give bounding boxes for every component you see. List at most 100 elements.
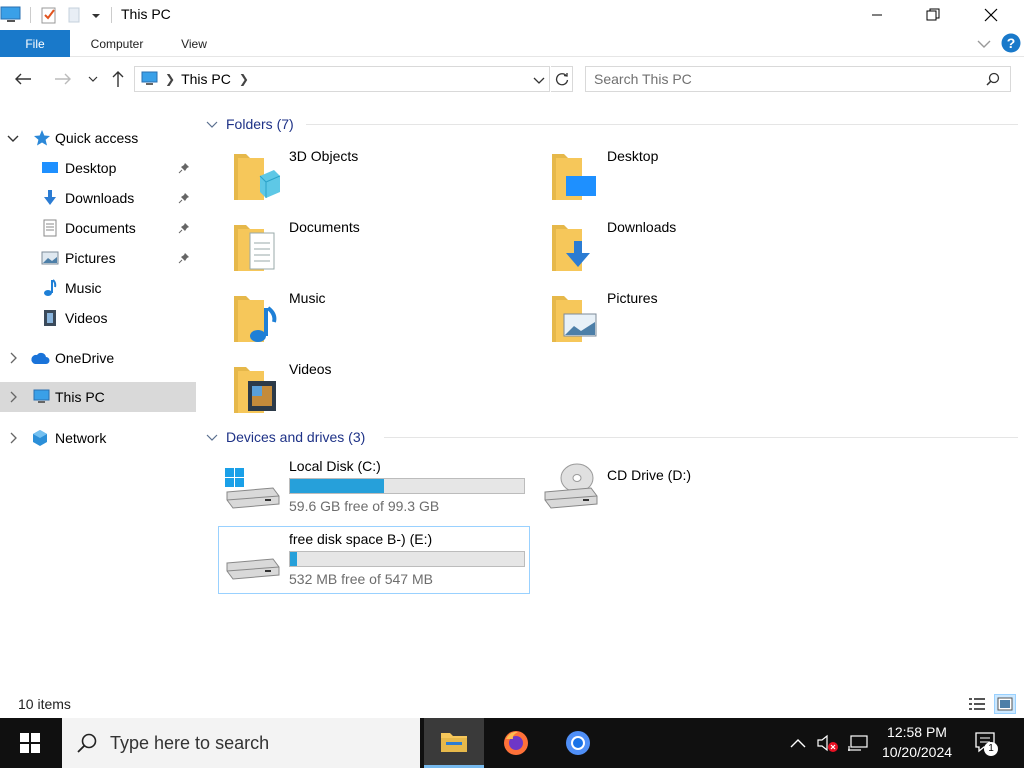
breadcrumb-separator-icon[interactable]: ❯	[239, 72, 249, 86]
group-divider	[306, 124, 1018, 125]
folder-name: Pictures	[607, 290, 658, 306]
sidebar-item-desktop[interactable]: Desktop	[0, 153, 196, 183]
clock-date: 10/20/2024	[881, 744, 953, 760]
start-button[interactable]	[0, 718, 60, 768]
folder-name: 3D Objects	[289, 148, 359, 164]
recent-locations-chevron-icon[interactable]	[82, 68, 104, 90]
desktop-icon	[40, 158, 60, 178]
item-count: 10 items	[18, 696, 71, 712]
drive-free-space: 532 MB free of 547 MB	[289, 571, 433, 587]
sidebar-item-this-pc[interactable]: This PC	[0, 382, 196, 412]
sidebar-item-downloads[interactable]: Downloads	[0, 183, 196, 213]
chevron-down-icon[interactable]	[206, 430, 220, 444]
sidebar-item-documents[interactable]: Documents	[0, 213, 196, 243]
devices-group-header[interactable]: Devices and drives (3)	[206, 427, 1018, 447]
folder-item-music[interactable]: Music	[200, 286, 500, 348]
pin-icon[interactable]	[178, 222, 190, 234]
pin-icon[interactable]	[178, 252, 190, 264]
sidebar-item-network[interactable]: Network	[0, 423, 196, 453]
volume-muted-icon[interactable]	[816, 730, 840, 756]
expand-ribbon-chevron-icon[interactable]	[976, 36, 992, 52]
drive-name: CD Drive (D:)	[607, 467, 691, 483]
windows-drive-icon	[225, 462, 281, 512]
drive-name: Local Disk (C:)	[289, 458, 381, 474]
taskbar-search-input[interactable]: Type here to search	[62, 718, 420, 768]
folders-group-header[interactable]: Folders (7)	[206, 114, 1018, 134]
folders-group-title: Folders (7)	[226, 116, 294, 132]
address-history-chevron-icon[interactable]	[533, 73, 545, 85]
sidebar-item-label: OneDrive	[55, 350, 115, 366]
sidebar-item-label: Documents	[65, 220, 136, 236]
folder-name: Downloads	[607, 219, 677, 235]
status-bar: 10 items	[0, 690, 1024, 718]
address-bar[interactable]: ❯ This PC ❯	[134, 66, 550, 92]
sidebar-item-label: Desktop	[65, 160, 117, 176]
search-input[interactable]: Search This PC	[585, 66, 1011, 92]
tab-computer[interactable]: Computer	[76, 30, 158, 57]
drive-free-space: 59.6 GB free of 99.3 GB	[289, 498, 440, 514]
window-title: This PC	[121, 6, 171, 22]
notification-center-icon[interactable]: 1	[972, 728, 1000, 758]
sidebar-item-videos[interactable]: Videos	[0, 303, 196, 333]
help-icon[interactable]: ?	[1001, 33, 1021, 53]
chevron-right-icon[interactable]	[6, 431, 20, 445]
chrome-taskbar-button[interactable]	[548, 718, 608, 768]
folder-item-pictures[interactable]: Pictures	[518, 286, 818, 348]
documents-folder-icon	[230, 219, 280, 275]
file-explorer-taskbar-button[interactable]	[424, 718, 484, 768]
folder-name: Desktop	[607, 148, 659, 164]
drive-usage-bar	[289, 478, 525, 494]
restore-button[interactable]	[904, 0, 962, 30]
sidebar-item-label: This PC	[55, 389, 105, 405]
search-icon[interactable]	[986, 72, 1000, 86]
chevron-down-icon[interactable]	[206, 117, 220, 131]
sidebar-item-music[interactable]: Music	[0, 273, 196, 303]
breadcrumb-this-pc[interactable]: This PC	[181, 71, 231, 87]
tab-view[interactable]: View	[166, 30, 222, 57]
clock[interactable]: 12:58 PM 10/20/2024	[872, 722, 962, 764]
up-button[interactable]	[107, 68, 129, 90]
folder-item-3d-objects[interactable]: 3D Objects	[200, 144, 500, 206]
svg-text:?: ?	[1007, 35, 1016, 51]
folder-item-documents[interactable]: Documents	[200, 215, 500, 277]
customize-toolbar-chevron-icon[interactable]	[91, 6, 105, 24]
back-button[interactable]	[12, 68, 34, 90]
folder-item-downloads[interactable]: Downloads	[518, 215, 818, 277]
desktop-folder-icon	[548, 148, 598, 204]
music-folder-icon	[230, 290, 280, 346]
properties-icon[interactable]	[41, 6, 59, 24]
folder-item-videos[interactable]: Videos	[200, 357, 500, 419]
refresh-button[interactable]	[551, 66, 573, 92]
network-status-icon[interactable]	[846, 730, 870, 756]
drive-item-local-disk-c[interactable]: Local Disk (C:) 59.6 GB free of 99.3 GB	[219, 454, 531, 520]
forward-button[interactable]	[52, 68, 74, 90]
breadcrumb-separator-icon[interactable]: ❯	[165, 72, 175, 86]
download-arrow-icon	[40, 188, 60, 208]
ribbon-tabs: File Computer View ?	[0, 30, 1024, 57]
firefox-taskbar-button[interactable]	[486, 718, 546, 768]
notification-badge: 1	[984, 742, 998, 756]
pictures-icon	[40, 248, 60, 268]
pin-icon[interactable]	[178, 162, 190, 174]
tab-file[interactable]: File	[0, 30, 70, 57]
sidebar-item-quick-access[interactable]: Quick access	[0, 123, 196, 153]
drive-item-cd-drive-d[interactable]: CD Drive (D:)	[537, 454, 849, 520]
chevron-right-icon[interactable]	[6, 390, 20, 404]
pin-icon[interactable]	[178, 192, 190, 204]
folder-item-desktop[interactable]: Desktop	[518, 144, 818, 206]
drive-usage-bar	[289, 551, 525, 567]
chevron-right-icon[interactable]	[6, 351, 20, 365]
this-pc-icon	[32, 387, 52, 407]
sidebar-item-onedrive[interactable]: OneDrive	[0, 343, 196, 373]
drive-item-free-disk-space-e[interactable]: free disk space B-) (E:) 532 MB free of …	[218, 526, 530, 594]
chevron-down-icon[interactable]	[6, 131, 20, 145]
chevron-up-icon[interactable]	[786, 730, 810, 756]
sidebar-item-pictures[interactable]: Pictures	[0, 243, 196, 273]
this-pc-icon	[0, 6, 22, 24]
close-button[interactable]	[962, 0, 1020, 30]
drive-name: free disk space B-) (E:)	[289, 531, 433, 547]
large-icons-view-icon[interactable]	[994, 694, 1016, 714]
new-folder-icon[interactable]	[67, 6, 85, 24]
details-view-icon[interactable]	[966, 694, 988, 714]
minimize-button[interactable]	[848, 0, 906, 30]
